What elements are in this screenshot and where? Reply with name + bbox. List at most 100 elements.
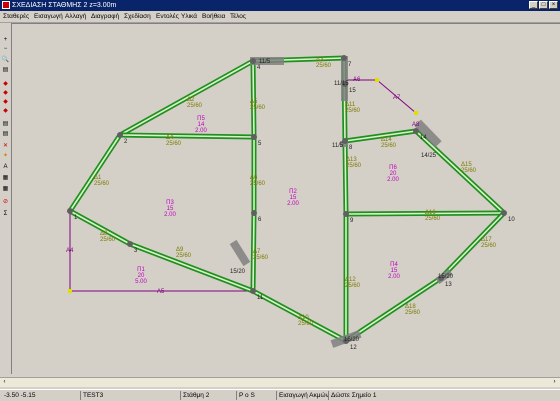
node-marker [127,241,133,247]
table-icon[interactable]: ▦ [1,174,10,182]
status-project: TEST3 [80,391,103,400]
scroll-left-icon[interactable]: ‹ [0,378,9,387]
menu-item-eisagogi[interactable]: Εισαγωγή [34,12,63,21]
node-label: 10 [508,217,515,223]
zoom-in-icon[interactable]: + [1,36,10,44]
layer-icon[interactable]: ▤ [1,130,10,138]
close-button[interactable]: × [549,1,558,9]
status-coords: -3.50 -5.15 [4,392,36,399]
yellow-mark [414,111,418,115]
column-label: 16/20 [344,337,360,343]
node-label: 6 [258,217,262,223]
slab-label: 2.00 [195,128,207,134]
beam-label-section: 25/60 [461,168,477,174]
move-left-icon[interactable]: ◆ [1,80,10,88]
column-shape [229,239,251,267]
node-label: 7 [348,62,352,68]
beam-label-section: 25/60 [166,141,182,147]
beam-label-section: 25/60 [405,310,421,316]
stop-icon[interactable]: ⊘ [1,198,10,206]
beam-line-inner [344,140,347,215]
minimize-button[interactable]: _ [529,1,538,9]
beam-label-section: 25/60 [298,321,314,327]
slab-label: 2.00 [387,177,399,183]
zoom-out-icon[interactable]: − [1,45,10,53]
column-label: 11/5 [259,59,271,65]
node-marker [413,128,419,134]
node-marker [250,288,256,294]
node-label: 12 [350,345,357,351]
move-up-icon[interactable]: ◆ [1,98,10,106]
print-icon[interactable]: ▤ [1,120,10,128]
node-label: 2 [124,139,128,145]
beam-label-section: 25/60 [425,216,441,222]
column-label: 15/20 [230,269,246,275]
maximize-button[interactable]: □ [539,1,548,9]
menu-item-diagrafi[interactable]: Διαγραφή [91,12,119,21]
menu-item-statheres[interactable]: Σταθερές [3,12,29,21]
slab-label: 2.00 [287,201,299,207]
horizontal-scrollbar[interactable]: ‹ › [0,377,560,387]
column-shape [341,56,348,101]
node-label: 4 [257,65,261,71]
status-command: Εισαγωγή Ακμών [276,391,329,400]
star-icon[interactable]: ✦ [1,152,10,160]
yellow-mark [375,78,379,82]
node-label: 15 [349,88,356,94]
column-label: 14/25 [421,153,437,159]
label-layer: 123456789 101112131415Δ125/60Δ225/60Δ325/… [66,57,515,351]
beam-line-inner [69,134,121,212]
move-right-icon[interactable]: ◆ [1,89,10,97]
beam-label-section: 25/60 [381,143,397,149]
sum-icon[interactable]: Σ [1,210,10,218]
edge-label: A4 [66,248,74,254]
beam-line-inner [345,277,442,342]
menu-item-sxediasi[interactable]: Σχεδίαση [124,12,151,21]
grid-icon[interactable]: ▤ [1,66,10,74]
beam-label-section: 25/60 [345,283,361,289]
beam-label-section: 25/60 [176,253,192,259]
magnifier-icon[interactable]: 🔍 [1,56,10,64]
properties-icon[interactable]: ▦ [1,185,10,193]
window-titlebar: ΣΧΕΔΙΑΣΗ ΣΤΑΘΜΗΣ 2 z=3.00m _ □ × [0,0,560,11]
beam-label-section: 25/60 [100,237,116,243]
scroll-right-icon[interactable]: › [550,378,559,387]
menu-item-voitheia[interactable]: Βοήθεια [202,12,225,21]
edge-label: A5 [157,289,165,295]
menu-bar: Σταθερές Εισαγωγή Αλλαγή Διαγραφή Σχεδία… [0,11,560,23]
text-icon[interactable]: A [1,163,10,171]
menu-item-telos[interactable]: Τέλος [230,12,246,21]
node-marker [343,211,349,217]
slab-label: 2.00 [164,212,176,218]
drawing-canvas[interactable]: 1 2 3 4 5 6 7 8 9 10 11 12 13 14 15 Δ1 25/60 Δ2 25/60 Δ3 25/… [11,23,560,374]
beam-line-inner [415,130,505,214]
node-label: 9 [350,218,354,224]
node-marker [250,58,256,64]
node-label: 8 [349,145,353,151]
node-label: 13 [445,282,452,288]
app-icon [2,1,10,9]
window-title: ΣΧΕΔΙΑΣΗ ΣΤΑΘΜΗΣ 2 z=3.00m [12,2,117,9]
slab-label: 2.00 [388,274,400,280]
plan-drawing[interactable]: 123456789 101112131415Δ125/60Δ225/60Δ325/… [12,24,560,375]
beam-label-section: 25/60 [253,255,269,261]
left-toolbar: + − 🔍 ▤ ◆ ◆ ◆ ◆ ▤ ▤ ✕ ✦ A ▦ ▦ ⊘ Σ [0,32,11,227]
node-marker [67,208,73,214]
beam-label-section: 25/60 [345,108,361,114]
column-label: 11/5 [332,143,344,149]
delete-icon[interactable]: ✕ [1,142,10,150]
node-layer [67,55,507,344]
column-label: 15/20 [438,274,454,280]
status-bar: -3.50 -5.15 TEST3 Στάθμη 2 P o S Εισαγωγ… [0,389,560,401]
node-marker [117,132,123,138]
menu-item-ylika[interactable]: Υλικά [181,12,197,21]
node-marker [251,210,257,216]
menu-item-allagi[interactable]: Αλλαγή [65,12,86,21]
menu-item-entoles[interactable]: Εντολές [156,12,179,21]
status-level: Στάθμη 2 [180,391,209,400]
beam-label-section: 25/60 [250,181,266,187]
status-prompt: Δώστε Σημείο 1 [328,391,376,400]
beam-label-section: 25/60 [481,243,497,249]
beam-label-section: 25/60 [94,181,110,187]
move-down-icon[interactable]: ◆ [1,107,10,115]
